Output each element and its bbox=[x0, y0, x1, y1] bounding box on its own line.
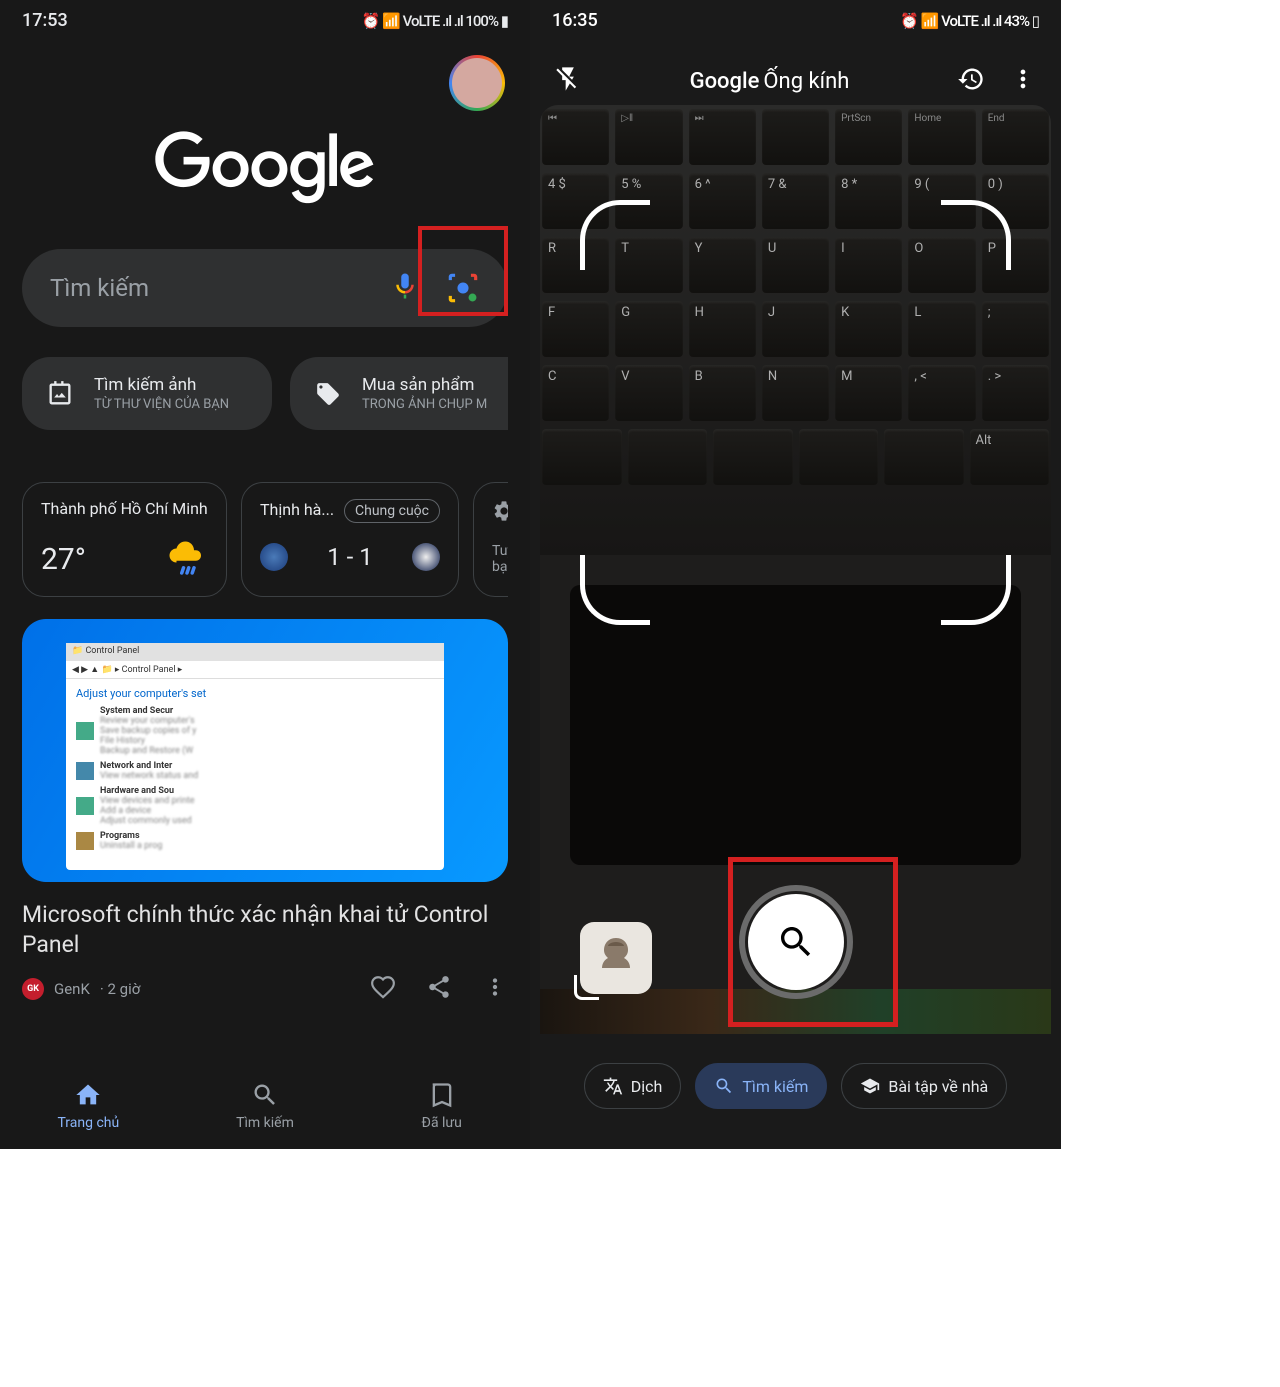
nav-saved[interactable]: Đã lưu bbox=[353, 1063, 530, 1149]
news-source: GenK bbox=[54, 980, 90, 998]
gear-icon bbox=[492, 499, 508, 527]
news-card[interactable]: 📁 Control Panel ◀ ▶ ▲ 📁 ▸ Control Panel … bbox=[22, 619, 508, 1004]
quick-title: Tìm kiếm ảnh bbox=[94, 375, 229, 395]
more-icon[interactable] bbox=[482, 974, 508, 1004]
lens-title: Google Ống kính bbox=[690, 69, 850, 94]
touchpad-background bbox=[570, 585, 1021, 865]
team-logo-2 bbox=[412, 543, 440, 571]
status-time: 17:53 bbox=[22, 10, 68, 31]
lens-header: Google Ống kính bbox=[530, 45, 1061, 117]
status-indicators: ⏰ 📶 VoLTE .ıl .ıl 43% ▯ bbox=[900, 12, 1039, 30]
news-headline: Microsoft chính thức xác nhận khai tử Co… bbox=[22, 900, 508, 960]
status-time: 16:35 bbox=[552, 10, 598, 31]
quick-actions-row: Tìm kiếm ảnh TỪ THƯ VIỆN CỦA BẠN Mua sản… bbox=[22, 357, 508, 430]
translate-icon bbox=[603, 1076, 623, 1096]
team-logo-1 bbox=[260, 543, 288, 571]
tag-icon bbox=[310, 376, 346, 412]
news-image: 📁 Control Panel ◀ ▶ ▲ 📁 ▸ Control Panel … bbox=[22, 619, 508, 882]
mode-homework[interactable]: Bài tập về nhà bbox=[841, 1063, 1007, 1109]
bottom-nav: Trang chủ Tìm kiếm Đã lưu bbox=[0, 1063, 530, 1149]
nav-search[interactable]: Tìm kiếm bbox=[177, 1063, 354, 1149]
viewfinder-frame bbox=[580, 200, 1011, 625]
temperature: 27° bbox=[41, 542, 86, 577]
quick-card-image-search[interactable]: Tìm kiếm ảnh TỪ THƯ VIỆN CỦA BẠN bbox=[22, 357, 272, 430]
sports-card[interactable]: Thịnh hà... Chung cuộc 1 - 1 bbox=[241, 482, 459, 597]
search-placeholder: Tìm kiếm bbox=[50, 274, 390, 302]
lens-modes: Dịch Tìm kiếm Bài tập về nhà bbox=[530, 1063, 1061, 1109]
history-icon[interactable] bbox=[957, 65, 985, 97]
city-label: Thành phố Hồ Chí Minh bbox=[41, 499, 208, 518]
search-icon bbox=[714, 1076, 734, 1096]
quick-desc: TRONG ẢNH CHỤP M bbox=[362, 397, 487, 412]
share-icon[interactable] bbox=[426, 974, 452, 1004]
image-plus-icon bbox=[42, 376, 78, 412]
quick-card-shop[interactable]: Mua sản phẩm TRONG ẢNH CHỤP M bbox=[290, 357, 508, 430]
weather-icon bbox=[166, 538, 208, 580]
status-indicators: ⏰ 📶 VoLTE .ıl .ıl 100% ▮ bbox=[362, 12, 508, 30]
match-score: 1 - 1 bbox=[327, 543, 373, 571]
flash-off-icon[interactable] bbox=[554, 65, 582, 97]
news-time: · 2 giờ bbox=[100, 980, 140, 998]
mic-icon[interactable] bbox=[390, 271, 420, 305]
gallery-thumb[interactable] bbox=[580, 922, 652, 994]
match-status-badge: Chung cuộc bbox=[344, 499, 440, 523]
google-app-screen: 17:53 ⏰ 📶 VoLTE .ıl .ıl 100% ▮ Tìm kiếm … bbox=[0, 0, 530, 1149]
quick-title: Mua sản phẩm bbox=[362, 375, 487, 395]
news-meta: GK GenK · 2 giờ bbox=[22, 974, 508, 1004]
quick-desc: TỪ THƯ VIỆN CỦA BẠN bbox=[94, 397, 229, 412]
source-badge: GK bbox=[22, 978, 44, 1000]
status-bar-2: 16:35 ⏰ 📶 VoLTE .ıl .ıl 43% ▯ bbox=[530, 0, 1061, 41]
lens-highlight-box bbox=[418, 226, 508, 316]
google-lens-screen: 16:35 ⏰ 📶 VoLTE .ıl .ıl 43% ▯ Google Ống… bbox=[530, 0, 1061, 1149]
profile-avatar[interactable] bbox=[449, 55, 505, 111]
heart-icon[interactable] bbox=[370, 974, 396, 1004]
more-vert-icon[interactable] bbox=[1009, 65, 1037, 97]
weather-card[interactable]: Thành phố Hồ Chí Minh 27° bbox=[22, 482, 227, 597]
customize-card[interactable]: Tuỳ bạn bbox=[473, 482, 508, 597]
nav-home[interactable]: Trang chủ bbox=[0, 1063, 177, 1149]
homework-icon bbox=[860, 1076, 880, 1096]
mode-search[interactable]: Tìm kiếm bbox=[695, 1063, 827, 1109]
status-bar-1: 17:53 ⏰ 📶 VoLTE .ıl .ıl 100% ▮ bbox=[0, 0, 530, 41]
capture-highlight-box bbox=[728, 857, 898, 1027]
mode-translate[interactable]: Dịch bbox=[584, 1063, 682, 1109]
info-cards-row: Thành phố Hồ Chí Minh 27° Thịnh hà... Ch… bbox=[22, 482, 508, 597]
